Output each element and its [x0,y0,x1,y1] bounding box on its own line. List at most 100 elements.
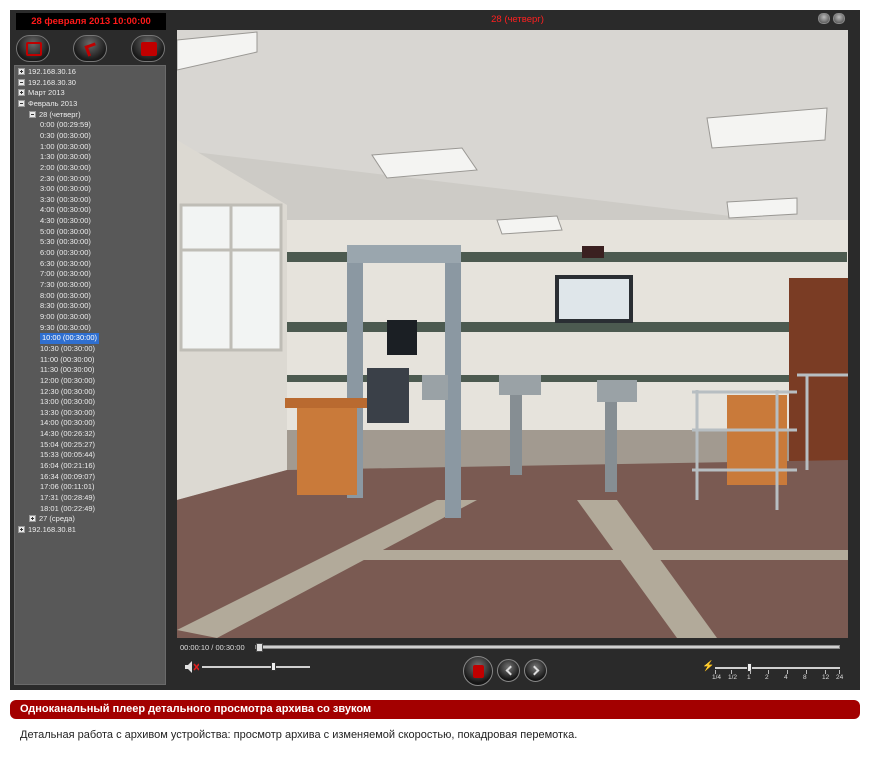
save-button[interactable] [131,35,165,62]
archive-record[interactable]: 9:30 (00:30:00) [40,323,91,334]
tree-node-label: 8:30 (00:30:00) [40,301,91,311]
archive-record[interactable]: 11:30 (00:30:00) [40,365,95,376]
tree-node-label: 192.168.30.81 [28,524,76,534]
minimize-button[interactable] [818,13,830,24]
export-button[interactable] [73,35,107,62]
tree-node-label: 10:00 (00:30:00) [42,333,98,343]
archive-record[interactable]: 12:30 (00:30:00) [40,387,95,398]
volume-slider[interactable] [202,662,310,671]
tree-node-label: 5:30 (00:30:00) [40,237,91,247]
archive-record[interactable]: 0:00 (00:29:59) [40,120,91,131]
expand-icon[interactable] [18,68,25,75]
archive-record[interactable]: 2:00 (00:30:00) [40,163,91,174]
archive-record[interactable]: 15:04 (00:25:27) [40,440,95,451]
tree-node-label: 9:00 (00:30:00) [40,311,91,321]
tree-node-label: 7:30 (00:30:00) [40,280,91,289]
archive-record[interactable]: 7:30 (00:30:00) [40,280,91,291]
archive-record[interactable]: 12:00 (00:30:00) [40,376,95,387]
archive-record[interactable]: 17:06 (00:11:01) [40,482,95,493]
collapse-icon[interactable] [18,99,25,107]
archive-record[interactable]: 1:30 (00:30:00) [40,152,91,163]
archive-record[interactable]: 13:00 (00:30:00) [40,397,95,408]
archive-player-window: 28 февраля 2013 10:00:00 192.168.30.16 19… [10,10,860,690]
tree-node-label: 1:30 (00:30:00) [40,152,91,162]
tree-node[interactable]: Февраль 2013 [18,99,77,110]
pause-button[interactable] [463,656,493,686]
tree-node-label: 14:00 (00:30:00) [40,418,96,428]
frame-back-button[interactable] [497,659,520,682]
collapse-icon[interactable] [18,78,25,86]
archive-record[interactable]: 3:00 (00:30:00) [40,184,91,195]
archive-record[interactable]: 2:30 (00:30:00) [40,174,91,185]
tree-node-label: 28 (четверг) [39,109,81,119]
playback-progress-bar[interactable] [255,643,840,652]
archive-record[interactable]: 4:00 (00:30:00) [40,205,91,216]
volume-handle[interactable] [271,662,277,671]
archive-record[interactable]: 11:00 (00:30:00) [40,355,95,366]
speed-label: 1/4 [712,674,722,681]
tree-node-label: 0:30 (00:30:00) [40,130,91,140]
expand-icon[interactable] [18,89,25,97]
tree-node[interactable]: 192.168.30.30 [18,78,76,89]
tree-node-label: 3:00 (00:30:00) [40,184,91,194]
archive-record[interactable]: 13:30 (00:30:00) [40,408,95,419]
archive-record[interactable]: 9:00 (00:30:00) [40,312,91,323]
archive-record[interactable]: 5:00 (00:30:00) [40,227,91,238]
expand-icon[interactable] [29,515,36,523]
mute-button[interactable] [185,660,200,673]
archive-record[interactable]: 0:30 (00:30:00) [40,131,91,142]
tree-node[interactable]: Март 2013 [18,88,65,99]
archive-record[interactable]: 14:00 (00:30:00) [40,418,95,429]
archive-record[interactable]: 8:30 (00:30:00) [40,301,91,312]
tree-node-label: 8:00 (00:30:00) [40,290,91,300]
timecode-display: 00:00:10 / 00:30:00 [180,643,245,652]
tree-node-label: 2:00 (00:30:00) [40,162,91,172]
archive-record[interactable]: 7:00 (00:30:00) [40,269,91,280]
archive-record[interactable]: 3:30 (00:30:00) [40,195,91,206]
archive-record[interactable]: 14:30 (00:26:32) [40,429,95,440]
video-panel: 28 (четверг) 00:00:10 / 00:30:00 ⚡ 1/4 1… [175,10,860,690]
tree-node[interactable]: 192.168.30.16 [18,67,76,78]
tree-node-label: 6:00 (00:30:00) [40,248,91,258]
archive-record[interactable]: 17:31 (00:28:49) [40,493,95,504]
archive-record[interactable]: 16:04 (00:21:16) [40,461,95,472]
speed-label: 2 [765,674,769,681]
archive-record[interactable]: 10:00 (00:30:00) [40,333,100,344]
expand-icon[interactable] [18,525,25,533]
collapse-icon[interactable] [29,110,36,118]
tree-node-label: 12:00 (00:30:00) [40,375,96,385]
archive-record[interactable]: 15:33 (00:05:44) [40,450,95,461]
archive-record[interactable]: 4:30 (00:30:00) [40,216,91,227]
progress-handle[interactable] [256,643,264,652]
speed-label: 4 [784,674,788,681]
archive-record[interactable]: 16:34 (00:09:07) [40,472,95,483]
close-button[interactable] [833,13,845,24]
tree-node[interactable]: 27 (среда) [29,514,75,525]
speed-label: 12 [822,674,830,681]
archive-record[interactable]: 6:30 (00:30:00) [40,259,91,270]
archive-record[interactable]: 5:30 (00:30:00) [40,237,91,248]
archive-record[interactable]: 1:00 (00:30:00) [40,142,91,153]
tree-node-label: 6:30 (00:30:00) [40,258,91,268]
tree-node-label: 17:31 (00:28:49) [40,493,96,502]
speed-slider[interactable] [715,663,840,674]
speed-label: 24 [836,674,844,681]
tree-node-label: 3:30 (00:30:00) [40,194,91,204]
tree-node-label: 13:00 (00:30:00) [40,397,96,407]
frame-forward-button[interactable] [524,659,547,682]
video-frame[interactable] [177,30,848,638]
tree-node-label: 12:30 (00:30:00) [40,386,96,396]
archive-record[interactable]: 6:00 (00:30:00) [40,248,91,259]
tree-node-label: 4:00 (00:30:00) [40,205,91,215]
archive-record[interactable]: 18:01 (00:22:49) [40,504,95,515]
stop-button[interactable] [16,35,50,62]
archive-record[interactable]: 8:00 (00:30:00) [40,291,91,302]
tree-node-label: 16:34 (00:09:07) [40,471,96,481]
archive-record[interactable]: 10:30 (00:30:00) [40,344,95,355]
tree-node-label: 17:06 (00:11:01) [40,482,95,492]
frame-forward-icon [529,665,540,676]
tree-node[interactable]: 28 (четверг) [29,110,81,121]
tree-node-label: 10:30 (00:30:00) [40,343,96,353]
tree-node[interactable]: 192.168.30.81 [18,525,76,536]
archive-tree[interactable]: 192.168.30.16 192.168.30.30 Март 2013 Февра… [14,65,166,685]
